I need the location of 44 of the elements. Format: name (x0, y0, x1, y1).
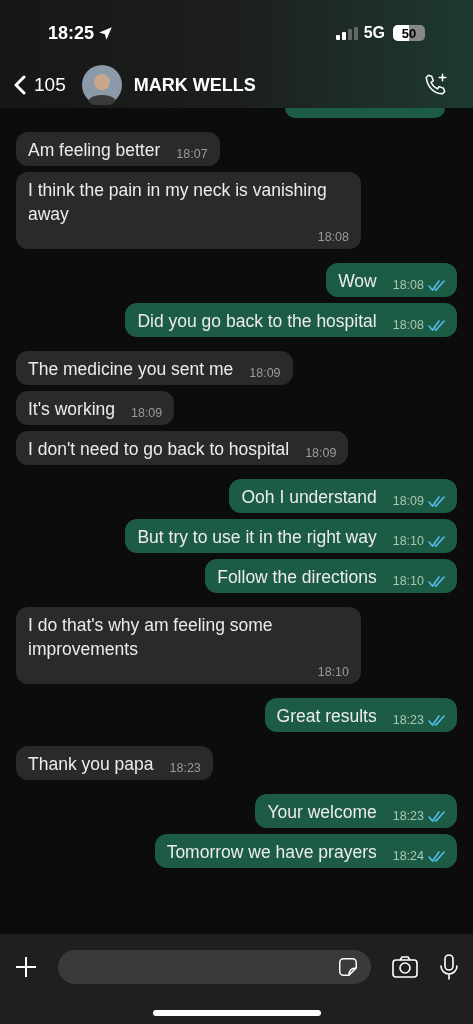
message-time: 18:09 (131, 405, 163, 422)
network-label: 5G (363, 23, 385, 43)
message-text: Follow the directions (217, 565, 377, 589)
message-time: 18:10 (317, 663, 349, 681)
battery-indicator: 50 (393, 25, 425, 41)
contact-name[interactable]: MARK WELLS (133, 71, 256, 99)
message-time: 18:08 (317, 229, 349, 246)
location-arrow-icon (98, 25, 114, 41)
message-text: Thank you papa (28, 752, 154, 776)
plus-icon[interactable] (14, 955, 38, 979)
message-text: Tomorrow we have prayers (166, 840, 377, 864)
message-time: 18:10 (392, 533, 424, 550)
message-time: 18:24 (392, 847, 424, 865)
message-time: 18:09 (305, 445, 337, 462)
message-text: It's working (28, 397, 115, 421)
message-text: Am feeling better (28, 139, 161, 162)
message-text: I think the pain in my neck is vanishing away (28, 179, 328, 226)
camera-icon[interactable] (391, 955, 419, 979)
message-time: 18:09 (392, 493, 424, 510)
message-time: 18:07 (176, 146, 208, 164)
message-time: 18:08 (392, 317, 424, 334)
message-text: Wow (338, 269, 377, 293)
avatar[interactable] (81, 65, 122, 105)
message-input-field[interactable] (58, 950, 371, 984)
message-text: Your welcome (267, 800, 377, 824)
message-text: Great results (276, 704, 377, 728)
message-time: 18:23 (392, 711, 424, 729)
status-time: 18:25 (48, 21, 95, 45)
message-text: I don't need to go back to hospital (28, 437, 290, 461)
message-text: Did you go back to the hospital (137, 309, 377, 333)
microphone-icon[interactable] (439, 953, 459, 981)
message-time: 18:23 (392, 807, 424, 825)
signal-icon (335, 26, 358, 40)
chevron-left-icon (14, 75, 26, 95)
message-time: 18:23 (169, 759, 201, 777)
message-text: But try to use it in the right way (137, 525, 377, 549)
message-text: Ooh I understand (241, 485, 377, 509)
message-time: 18:10 (392, 573, 424, 590)
message-time: 18:08 (392, 277, 424, 294)
message-time: 18:09 (249, 365, 281, 382)
message-text: I do that's why am feeling some improvements (28, 613, 274, 661)
back-button[interactable]: 105 (14, 70, 66, 100)
message-text: The medicine you sent me (28, 357, 234, 381)
sticker-icon[interactable] (337, 956, 359, 978)
